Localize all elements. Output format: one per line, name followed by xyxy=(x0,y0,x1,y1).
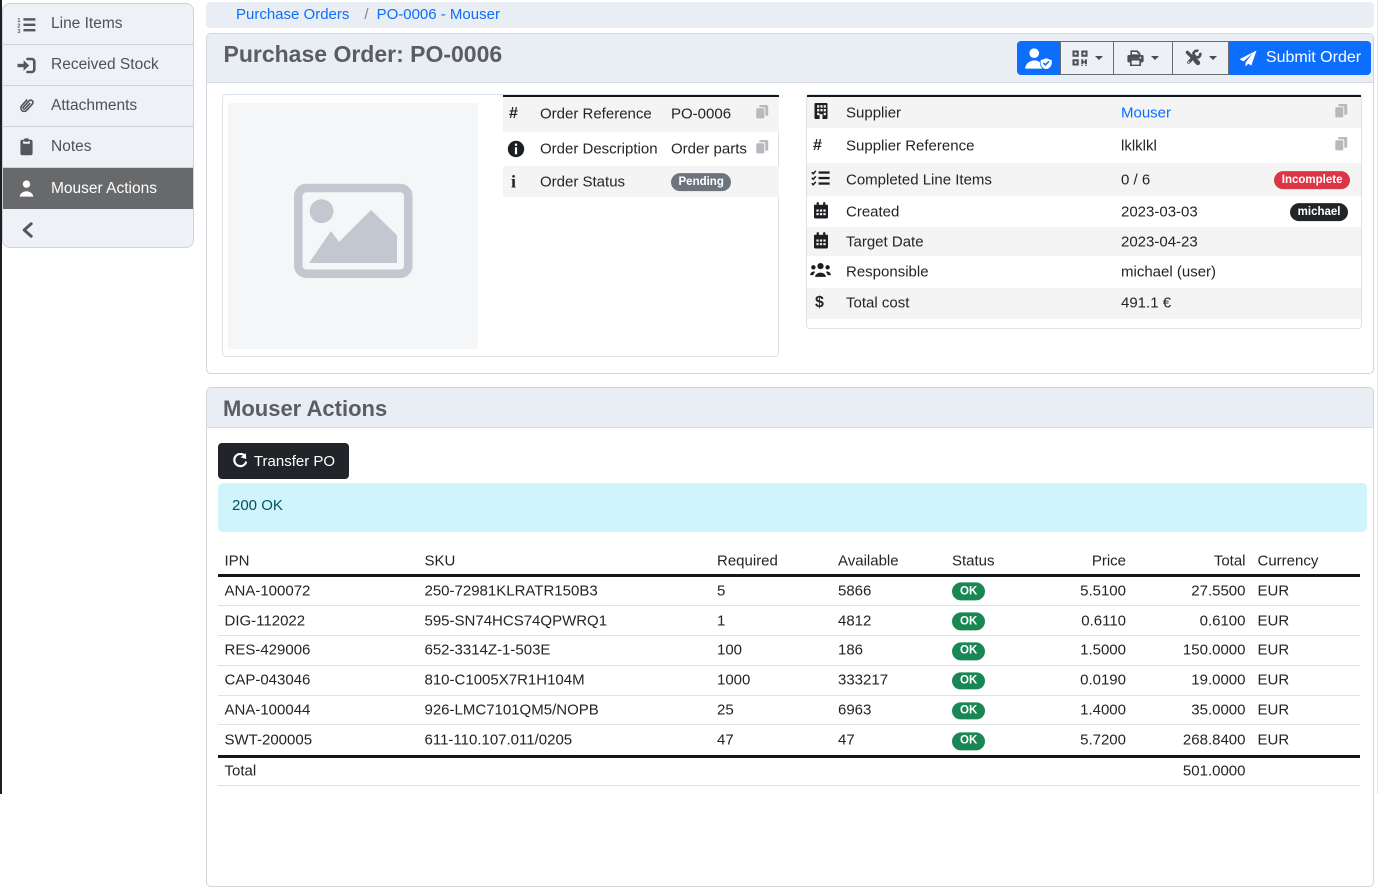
svg-text:3: 3 xyxy=(17,29,20,33)
